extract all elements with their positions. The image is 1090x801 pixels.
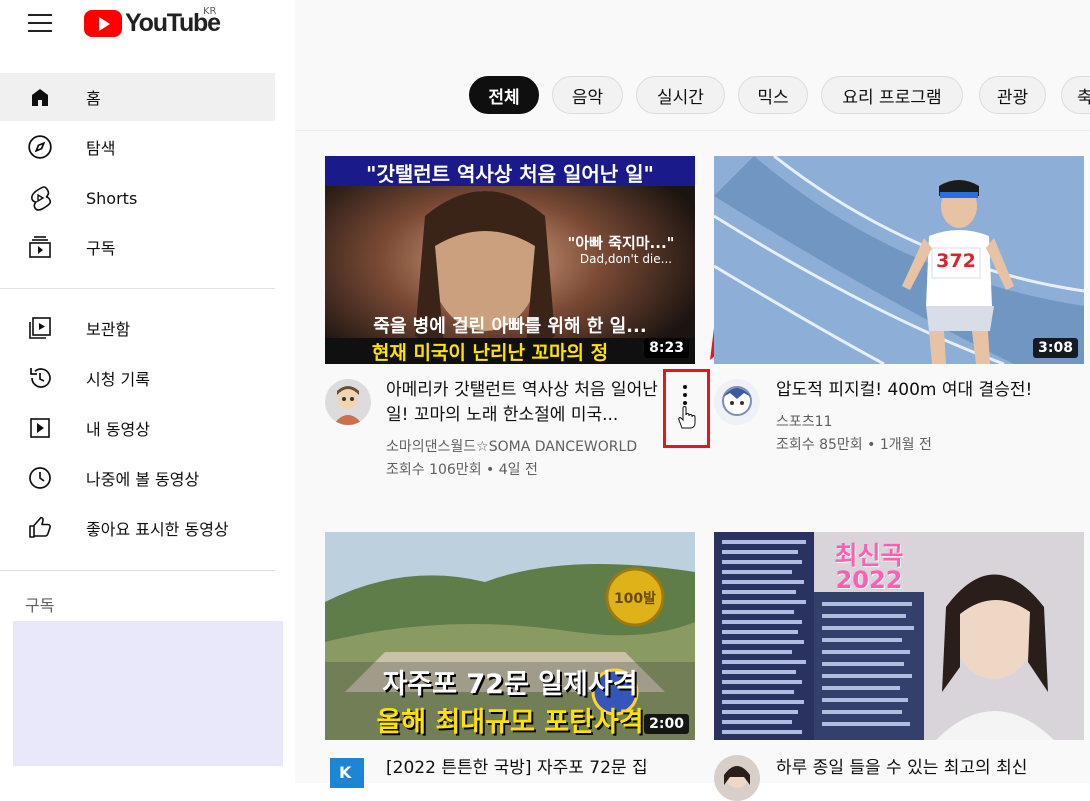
video-stats: 조회수 85만회 • 1개월 전 <box>776 437 932 453</box>
chip-live[interactable]: 실시간 <box>636 76 725 114</box>
channel-name[interactable]: 소마의댄스월드☆SOMA DANCEWORLD <box>386 436 637 459</box>
thumbnail-text: 현재 미국이 난리난 꼬마의 정 <box>371 342 609 364</box>
thumbnail-text: "갓탤런트 역사상 처음 일어난 일" <box>366 162 654 186</box>
sidebar-divider <box>0 570 275 571</box>
sidebar-item-label: 시청 기록 <box>86 370 150 389</box>
thumbnail-text: 올해 최대규모 포탄사격 <box>376 707 644 738</box>
thumbs-up-icon <box>26 514 54 542</box>
subscriptions-section-title: 구독 <box>25 596 55 615</box>
chips-divider <box>295 130 1090 131</box>
channel-name[interactable]: 스포츠11 <box>776 411 832 434</box>
sidebar-item-my-videos[interactable]: 내 동영상 <box>0 404 275 452</box>
chip-cooking[interactable]: 요리 프로그램 <box>821 76 963 114</box>
video-thumbnail[interactable]: "갓탤런트 역사상 처음 일어난 일" "아빠 죽지마..." Dad,don'… <box>325 156 695 364</box>
video-title[interactable]: 압도적 피지컬! 400m 여대 결승전! <box>776 378 1076 403</box>
history-icon <box>26 364 54 392</box>
video-stats: 조회수 106만회 • 4일 전 <box>386 462 538 478</box>
sidebar-item-shorts[interactable]: Shorts <box>0 174 275 222</box>
play-logo-icon <box>84 9 122 37</box>
video-thumbnail[interactable]: 100발 자주포 72문 일제사격 올해 최대규모 포탄사격 2:00 <box>325 532 695 740</box>
sidebar-item-label: Shorts <box>86 188 138 208</box>
thumbnail-text: 죽을 병에 걸린 아빠를 위해 한 일... <box>373 316 647 337</box>
sidebar-divider <box>0 288 275 289</box>
channel-avatar[interactable]: K <box>330 758 364 788</box>
youtube-logo[interactable]: YouTube KR <box>84 6 221 38</box>
highlight-box <box>663 369 710 448</box>
sidebar-item-label: 홈 <box>86 89 101 108</box>
my-videos-icon <box>26 414 54 442</box>
video-title[interactable]: 아메리카 갓탤런트 역사상 처음 일어난 일! 꼬마의 노래 한소절에 미국..… <box>386 378 666 428</box>
chip-music[interactable]: 음악 <box>552 76 623 114</box>
sidebar-item-label: 구독 <box>86 239 116 258</box>
subscriptions-list <box>13 621 283 766</box>
sidebar-item-watch-later[interactable]: 나중에 볼 동영상 <box>0 454 275 502</box>
sidebar-item-history[interactable]: 시청 기록 <box>0 354 275 402</box>
home-icon <box>26 83 54 111</box>
channel-avatar[interactable] <box>714 755 760 801</box>
chip-tourism[interactable]: 관광 <box>979 76 1046 114</box>
chip-all[interactable]: 전체 <box>469 76 539 114</box>
shorts-icon <box>26 184 54 212</box>
video-title[interactable]: 하루 종일 들을 수 있는 최고의 최신 <box>776 756 1076 781</box>
sidebar-item-label: 내 동영상 <box>86 420 150 439</box>
library-icon <box>26 314 54 342</box>
thumbnail-text: "아빠 죽지마..." <box>567 234 675 252</box>
video-duration: 8:23 <box>644 338 689 358</box>
video-title[interactable]: [2022 튼튼한 국방] 자주포 72문 집 <box>386 756 686 781</box>
svg-text:K: K <box>339 763 352 782</box>
thumbnail-text: 2022 <box>835 566 903 594</box>
subscriptions-icon <box>26 233 54 261</box>
watch-later-icon <box>26 464 54 492</box>
chip-mix[interactable]: 믹스 <box>738 76 808 114</box>
sidebar-item-library[interactable]: 보관함 <box>0 304 275 352</box>
menu-icon[interactable] <box>22 10 58 36</box>
channel-avatar[interactable] <box>325 379 371 425</box>
compass-icon <box>26 133 54 161</box>
sidebar-item-label: 보관함 <box>86 320 131 339</box>
thumbnail-text: Dad,don't die... <box>579 252 673 266</box>
region-label: KR <box>203 6 217 17</box>
video-thumbnail[interactable]: 최신곡 2022 <box>714 532 1084 740</box>
sidebar-item-subscriptions[interactable]: 구독 <box>0 223 275 271</box>
video-duration: 2:00 <box>644 714 689 734</box>
thumbnail-text: 372 <box>936 250 976 272</box>
sidebar-item-explore[interactable]: 탐색 <box>0 123 275 171</box>
sidebar-item-label: 나중에 볼 동영상 <box>86 470 200 489</box>
video-thumbnail[interactable]: 372 3:08 <box>714 156 1084 364</box>
thumbnail-image <box>714 156 1084 364</box>
thumbnail-badge: 100발 <box>613 591 657 607</box>
video-duration: 3:08 <box>1033 338 1078 358</box>
thumbnail-text: 자주포 72문 일제사격 <box>382 669 638 700</box>
channel-avatar[interactable] <box>714 379 760 425</box>
sidebar-item-label: 좋아요 표시한 동영상 <box>86 520 229 539</box>
sidebar-item-home[interactable]: 홈 <box>0 73 275 121</box>
sidebar-item-liked-videos[interactable]: 좋아요 표시한 동영상 <box>0 504 275 552</box>
sidebar-item-label: 탐색 <box>86 139 116 158</box>
